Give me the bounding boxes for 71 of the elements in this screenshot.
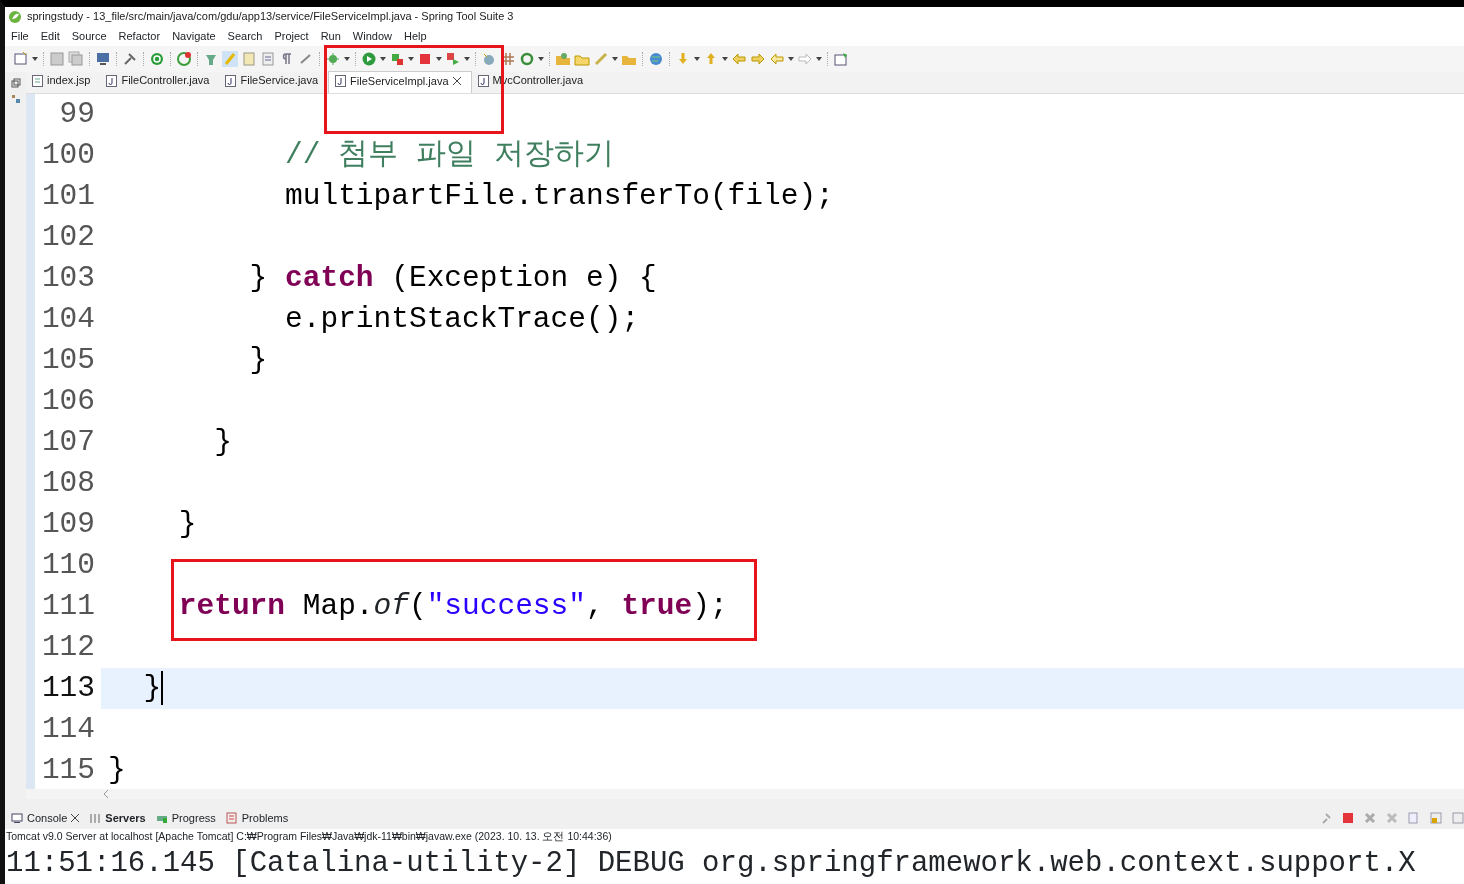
list-icon[interactable] (260, 51, 276, 67)
menu-item[interactable]: Window (352, 27, 392, 45)
refresh-icon[interactable] (176, 51, 192, 67)
monitor-icon (11, 812, 23, 824)
code-line: } (213, 425, 232, 459)
caret-icon[interactable] (380, 57, 386, 61)
arrow-right-icon[interactable] (750, 51, 766, 67)
java-file-icon (106, 74, 118, 87)
save-all-icon[interactable] (68, 51, 84, 67)
menu-item[interactable]: Help (404, 27, 427, 45)
document-icon[interactable] (241, 51, 257, 67)
run-icon[interactable] (361, 51, 377, 67)
java-file-icon (225, 74, 237, 87)
menu-item[interactable]: File (11, 27, 29, 45)
caret-icon[interactable] (408, 57, 414, 61)
outline-icon[interactable] (10, 94, 21, 104)
caret-icon[interactable] (32, 57, 38, 61)
close-icon[interactable] (452, 77, 461, 85)
open-folder-icon[interactable] (555, 51, 571, 67)
stop-icon[interactable] (1342, 812, 1354, 824)
caret-icon[interactable] (788, 57, 794, 61)
console-tab[interactable]: Progress (155, 809, 216, 827)
console-tab[interactable]: Servers (89, 809, 146, 827)
menu-item[interactable]: Navigate (172, 27, 216, 45)
menu-item[interactable]: Search (227, 27, 263, 45)
code-line: } (248, 343, 268, 377)
window-title: springstudy - 13_file/src/main/java/com/gdu/app13/service/FileServiceImpl.java - Spring Tool Suite 3 (27, 9, 514, 25)
console-description: Tomcat v9.0 Server at localhost [Apache Tomcat] C:₩Program Files₩Java₩jdk-11₩bin₩javaw.exe (2023. 10. 13. 오전 10:44:36) (5, 829, 1464, 844)
code-line: e.printStackTrace(); (284, 302, 640, 336)
code-line: multipartFile.transferTo(file); (284, 179, 834, 213)
caret-icon[interactable] (722, 57, 728, 61)
problems-icon (225, 812, 238, 824)
save-icon[interactable] (49, 51, 65, 67)
restore-icon[interactable] (10, 78, 21, 88)
monitor-icon[interactable] (95, 51, 111, 67)
menu-item[interactable]: Project (274, 27, 309, 45)
code-line: } (142, 671, 162, 705)
console-tab[interactable]: Console (11, 809, 80, 827)
code-line: // 첨부 파일 저장하기 (284, 138, 614, 172)
code-line: return Map.of("success", true); (177, 589, 728, 623)
editor-tab[interactable]: FileServiceImpl.java (328, 71, 472, 93)
menu-item[interactable]: Run (320, 27, 341, 45)
java-file-icon (335, 75, 347, 87)
caret-icon[interactable] (436, 57, 442, 61)
caret-icon[interactable] (538, 57, 544, 61)
editor-tab[interactable]: FileController.java (100, 71, 220, 93)
console-output: 11:51:16.145 [Catalina-utility-2] DEBUG org.springframework.web.context.support.X (5, 844, 1464, 884)
globe-icon[interactable] (648, 51, 664, 67)
console-tab[interactable]: Problems (225, 809, 289, 827)
remove-icon[interactable] (1364, 812, 1376, 824)
close-icon[interactable] (71, 814, 80, 822)
caret-icon[interactable] (694, 57, 700, 61)
code-line: } (177, 507, 197, 541)
menu-item[interactable]: Refactor (118, 27, 161, 45)
text-cursor (161, 671, 164, 706)
web-file-icon (32, 74, 43, 87)
menu-item[interactable]: Source (71, 27, 107, 45)
remove-all-icon[interactable] (1386, 812, 1398, 824)
caret-icon[interactable] (612, 57, 618, 61)
window-icon[interactable] (833, 51, 849, 67)
code-line: } (108, 753, 126, 787)
caret-icon[interactable] (816, 57, 822, 61)
editor-tab[interactable]: FileService.java (219, 71, 329, 93)
caret-icon[interactable] (464, 57, 470, 61)
java-file-icon (477, 74, 489, 87)
code-line: } catch (Exception e) { (248, 261, 657, 295)
caret-icon[interactable] (344, 57, 350, 61)
scroll-left-icon[interactable] (104, 790, 109, 798)
editor-tab[interactable]: index.jsp (26, 71, 101, 93)
menu-item[interactable]: Edit (40, 27, 60, 45)
stop-icon[interactable] (417, 51, 433, 67)
